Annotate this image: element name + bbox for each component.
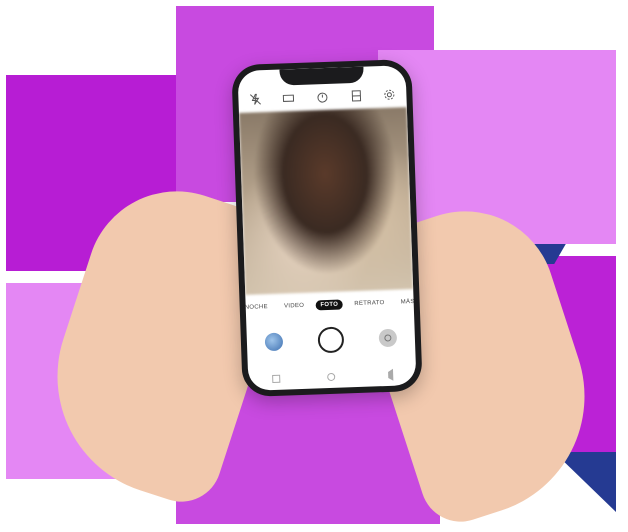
android-nav-bar	[248, 367, 416, 387]
mode-portrait[interactable]: RETRATO	[349, 298, 390, 309]
camera-viewfinder[interactable]	[239, 107, 413, 295]
camera-mode-selector: NOCHE VIDEO FOTO RETRATO MÁS	[239, 293, 416, 317]
back-icon[interactable]	[381, 369, 392, 381]
aspect-ratio-icon[interactable]	[281, 90, 298, 107]
mode-video[interactable]: VIDEO	[279, 301, 310, 312]
timer-icon[interactable]	[314, 89, 331, 106]
home-icon[interactable]	[327, 373, 335, 381]
settings-icon[interactable]	[381, 86, 398, 103]
phone-screen: NOCHE VIDEO FOTO RETRATO MÁS	[237, 65, 416, 391]
recent-apps-icon[interactable]	[272, 375, 280, 383]
phone-notch	[279, 67, 364, 86]
mode-photo[interactable]: FOTO	[315, 299, 343, 310]
flash-off-icon[interactable]	[247, 91, 264, 108]
hdr-icon[interactable]	[348, 88, 365, 105]
camera-controls	[246, 317, 415, 363]
smartphone: NOCHE VIDEO FOTO RETRATO MÁS	[231, 59, 422, 397]
mode-night[interactable]: NOCHE	[240, 302, 274, 313]
switch-camera-icon[interactable]	[379, 329, 398, 348]
camera-top-bar	[238, 83, 407, 111]
mode-more[interactable]: MÁS	[396, 297, 417, 308]
gallery-thumbnail[interactable]	[264, 333, 283, 352]
shutter-button[interactable]	[317, 326, 344, 353]
